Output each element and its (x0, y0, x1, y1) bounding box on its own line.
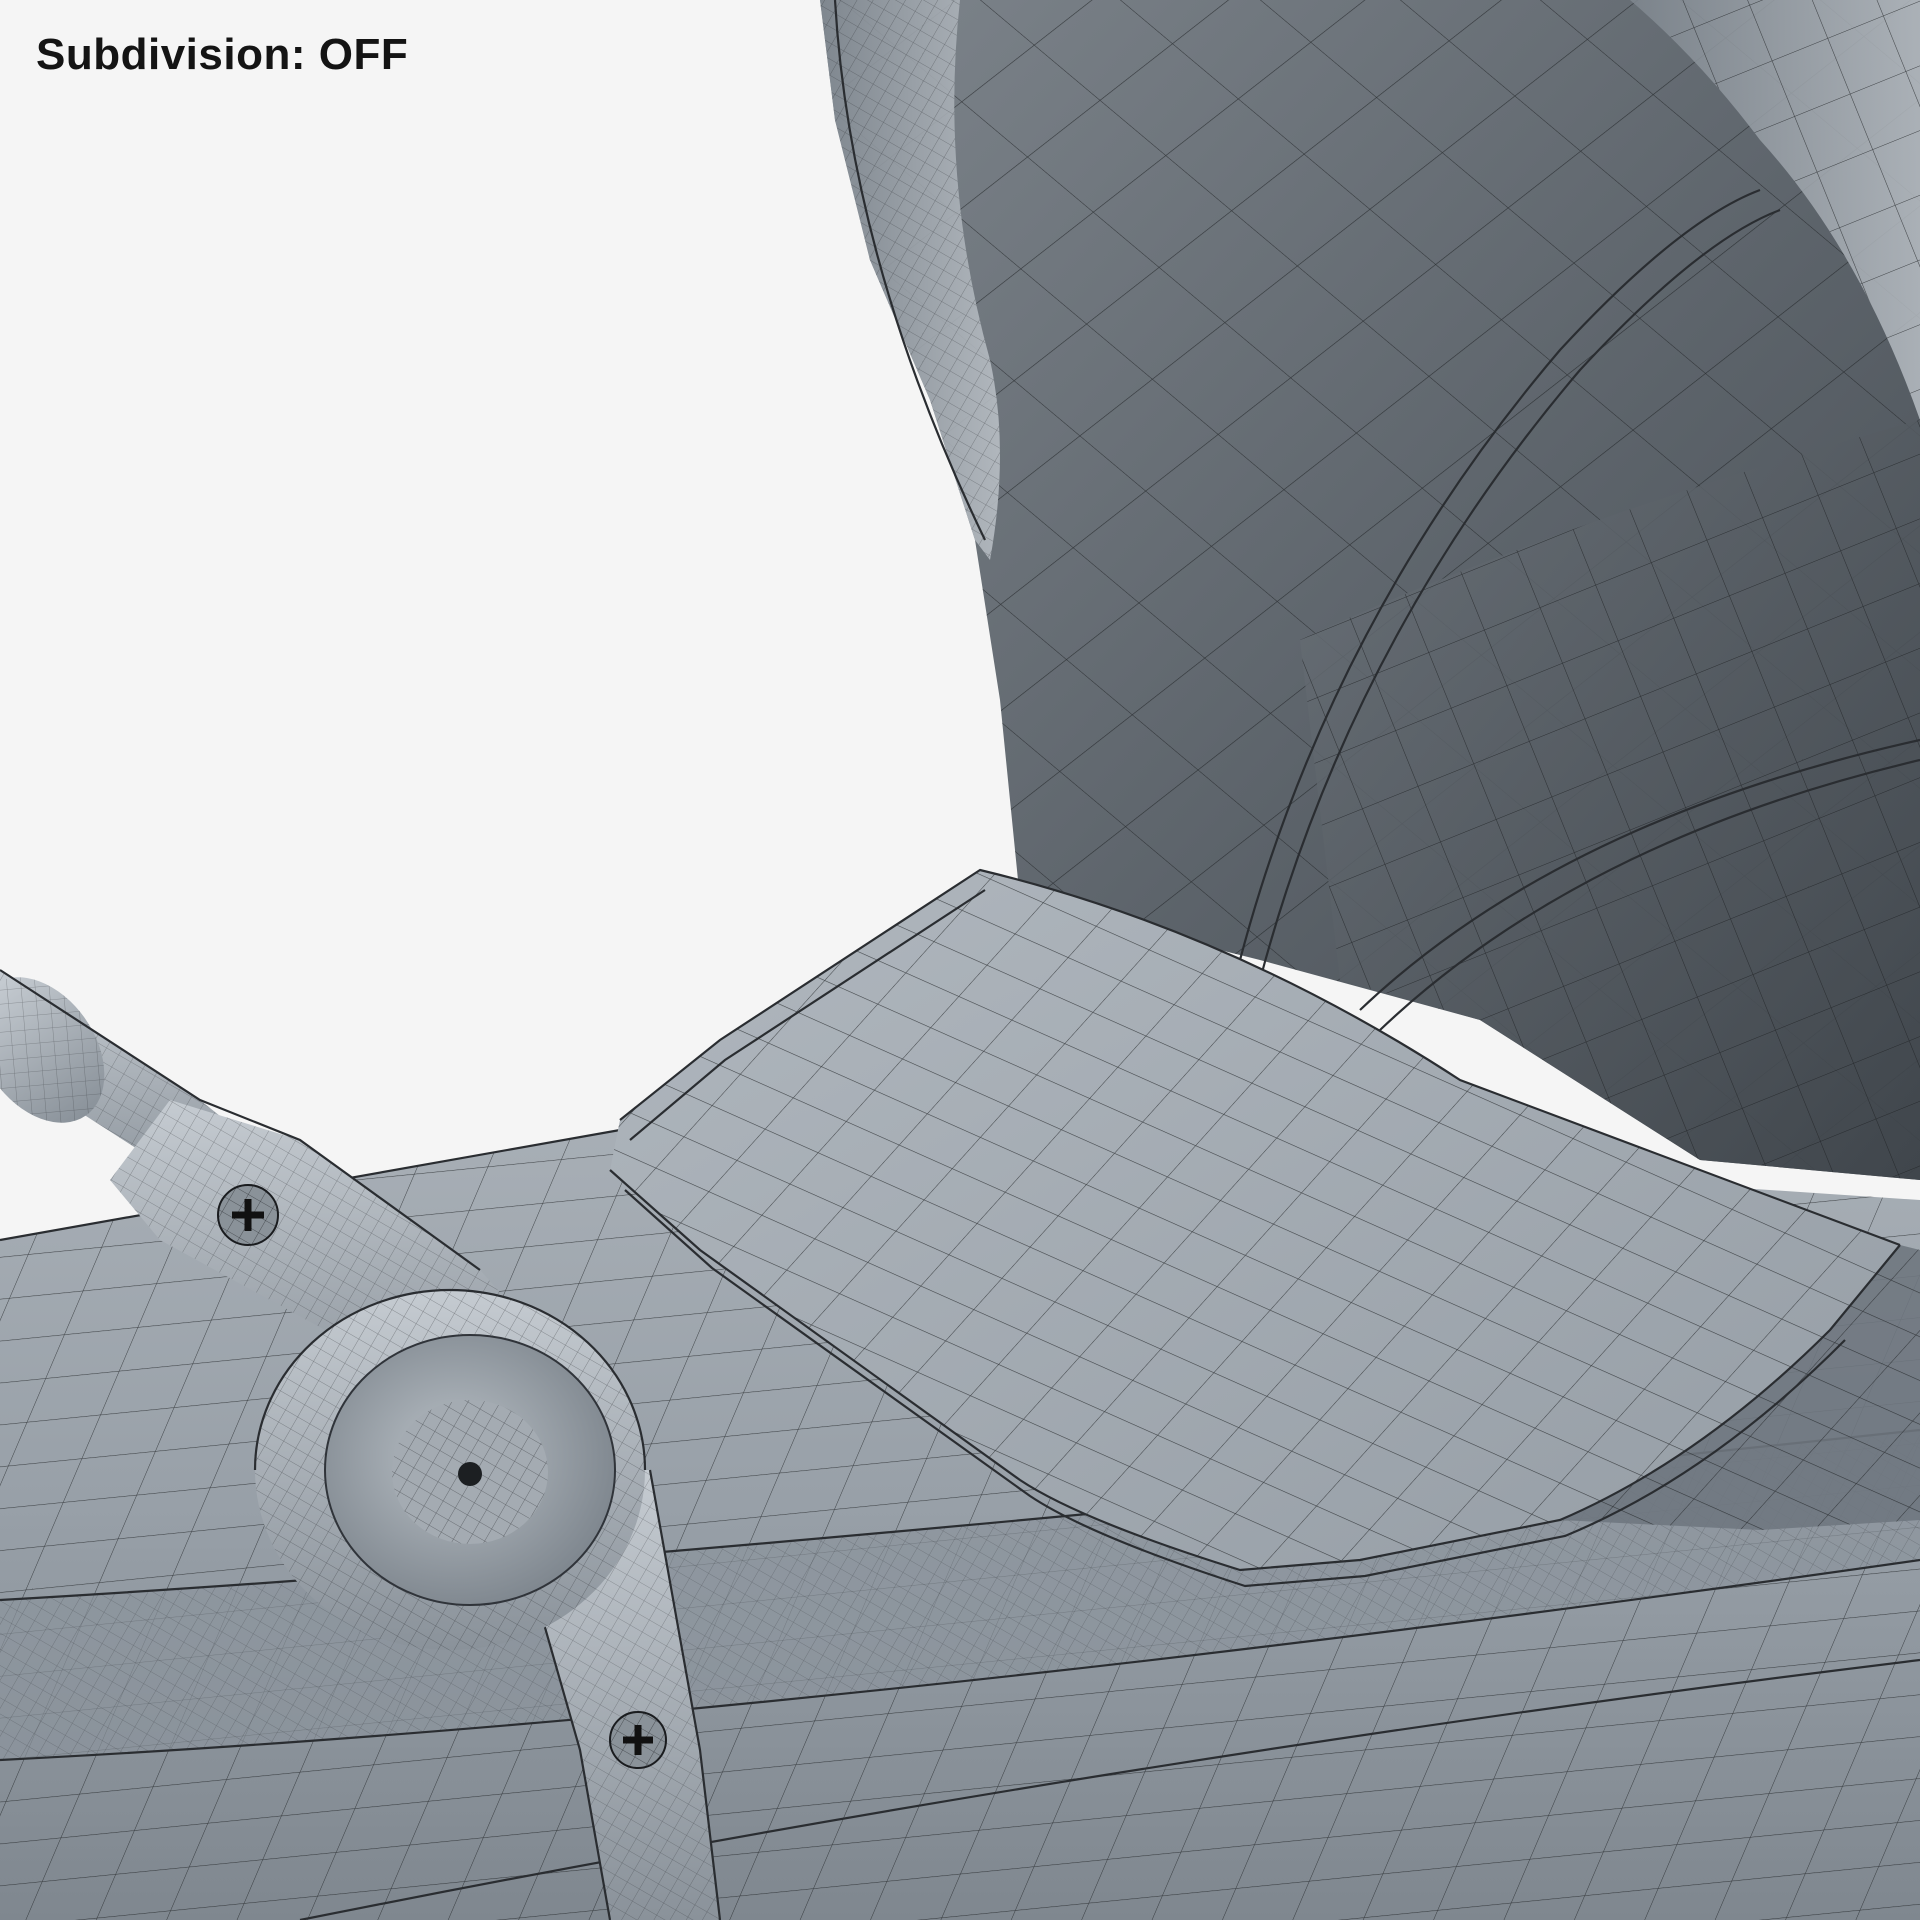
hinge-joint (253, 1288, 647, 1650)
viewport: Subdivision: OFF (0, 0, 1920, 1920)
wireframe-render (0, 0, 1920, 1920)
subdivision-status-label: Subdivision: OFF (36, 30, 409, 79)
